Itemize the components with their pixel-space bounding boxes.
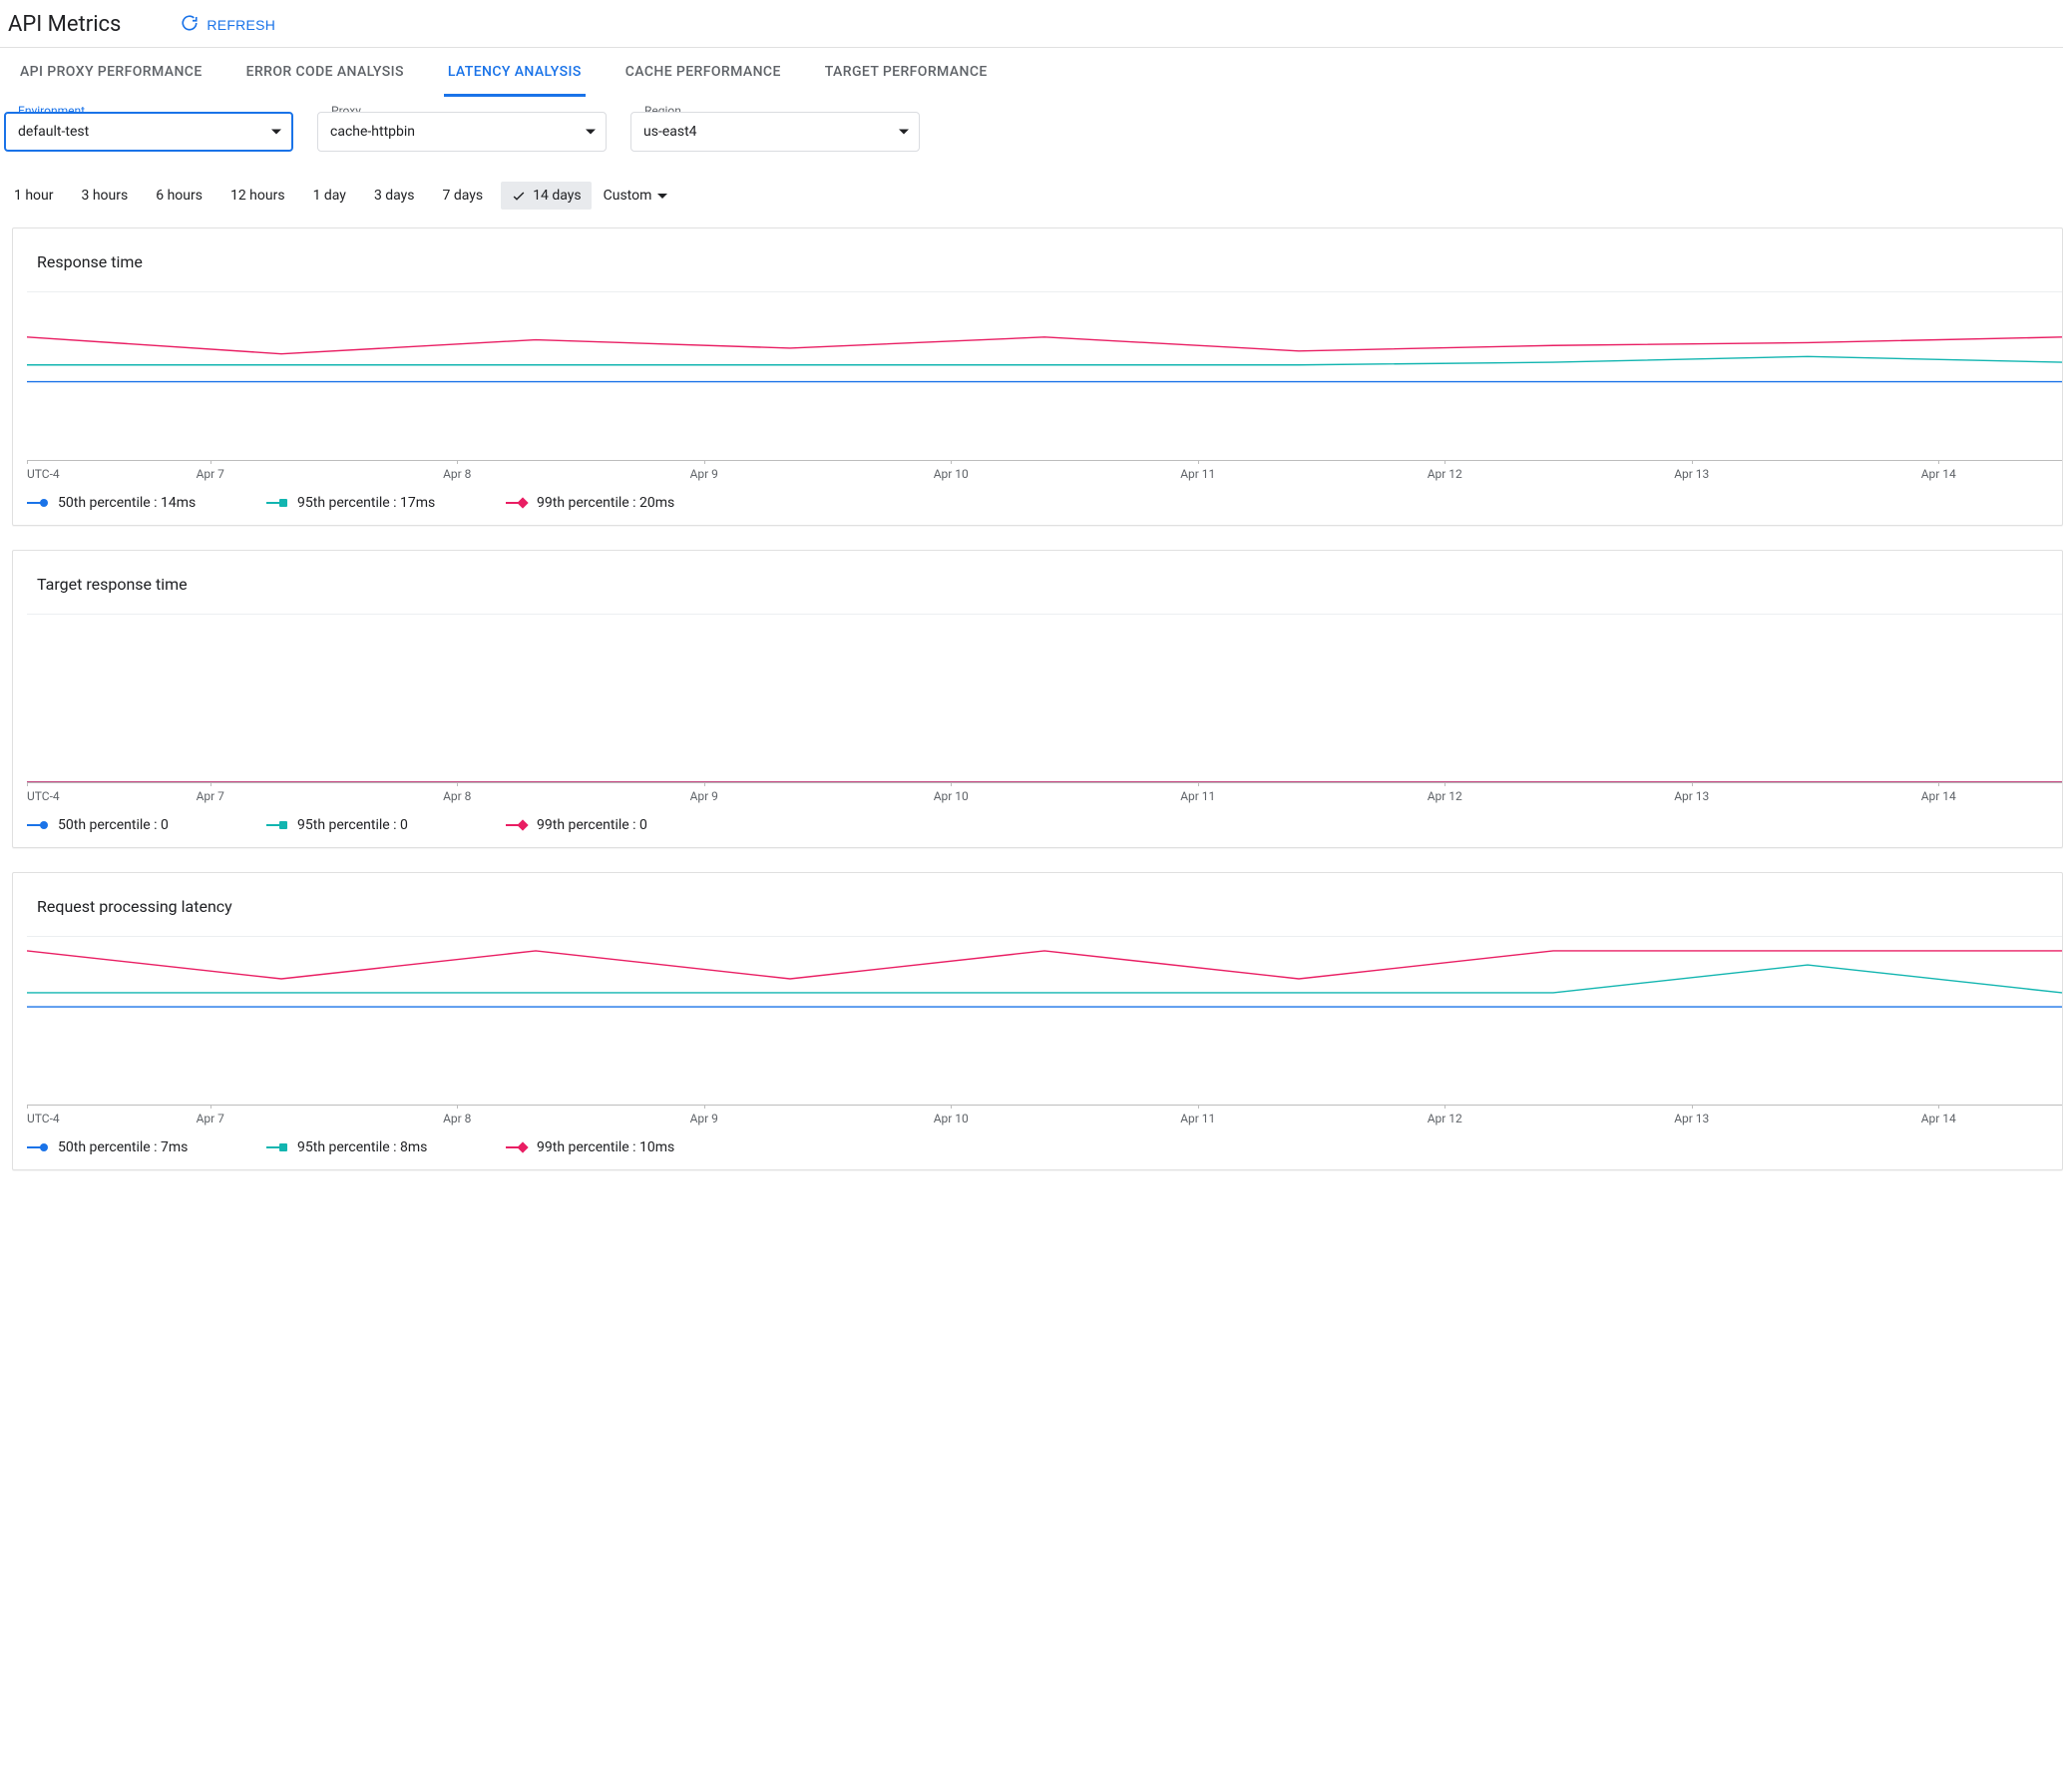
legend-item[interactable]: 95th percentile : 8ms: [266, 1139, 446, 1155]
chart-title: Request processing latency: [27, 897, 2062, 916]
legend-marker: [27, 499, 48, 507]
time-range-option[interactable]: 14 days: [501, 182, 591, 210]
refresh-button[interactable]: REFRESH: [181, 14, 275, 35]
legend-marker: [27, 1143, 48, 1151]
chart-plot: [27, 614, 2062, 783]
chart-x-axis: UTC-4Apr 7Apr 8Apr 9Apr 10Apr 11Apr 12Ap…: [27, 461, 2062, 485]
chart-legend: 50th percentile : 0 95th percentile : 0 99…: [27, 807, 2062, 833]
legend-item[interactable]: 95th percentile : 17ms: [266, 495, 446, 511]
page-title: API Metrics: [8, 12, 121, 37]
legend-item[interactable]: 99th percentile : 10ms: [506, 1139, 685, 1155]
tab-latency[interactable]: LATENCY ANALYSIS: [444, 48, 586, 97]
chevron-down-icon: [586, 130, 596, 135]
legend-marker: [266, 499, 287, 507]
chart-card: Request processing latency UTC-4Apr 7Apr …: [12, 872, 2063, 1170]
environment-value: default-test: [18, 124, 89, 140]
legend-item[interactable]: 50th percentile : 7ms: [27, 1139, 206, 1155]
legend-marker: [266, 1143, 287, 1151]
legend-label: 99th percentile : 20ms: [537, 495, 674, 511]
legend-marker: [506, 1143, 527, 1151]
refresh-label: REFRESH: [206, 17, 275, 33]
legend-item[interactable]: 50th percentile : 0: [27, 817, 206, 833]
chart-card: Response time UTC-4Apr 7Apr 8Apr 9Apr 10A…: [12, 227, 2063, 526]
chevron-down-icon: [657, 194, 667, 199]
tab-proxy-perf[interactable]: API PROXY PERFORMANCE: [16, 48, 206, 97]
region-value: us-east4: [643, 124, 697, 140]
time-range-option[interactable]: 7 days: [433, 182, 494, 210]
chart-plot: [27, 291, 2062, 461]
legend-marker: [266, 821, 287, 829]
tab-error-code[interactable]: ERROR CODE ANALYSIS: [242, 48, 408, 97]
time-range-option[interactable]: 6 hours: [146, 182, 212, 210]
legend-item[interactable]: 50th percentile : 14ms: [27, 495, 206, 511]
refresh-icon: [181, 14, 199, 35]
legend-label: 50th percentile : 14ms: [58, 495, 196, 511]
chart-legend: 50th percentile : 14ms 95th percentile : …: [27, 485, 2062, 511]
legend-label: 99th percentile : 0: [537, 817, 647, 833]
chart-x-axis: UTC-4Apr 7Apr 8Apr 9Apr 10Apr 11Apr 12Ap…: [27, 1106, 2062, 1129]
time-range-option[interactable]: 12 hours: [220, 182, 295, 210]
chart-title: Target response time: [27, 575, 2062, 594]
chevron-down-icon: [271, 130, 281, 135]
proxy-value: cache-httpbin: [330, 124, 415, 140]
region-field[interactable]: Region us-east4: [630, 112, 920, 152]
time-range-option[interactable]: 3 hours: [72, 182, 139, 210]
chart-legend: 50th percentile : 7ms 95th percentile : 8…: [27, 1129, 2062, 1155]
legend-label: 50th percentile : 0: [58, 817, 169, 833]
legend-label: 50th percentile : 7ms: [58, 1139, 188, 1155]
chart-x-axis: UTC-4Apr 7Apr 8Apr 9Apr 10Apr 11Apr 12Ap…: [27, 783, 2062, 807]
tabs: API PROXY PERFORMANCE ERROR CODE ANALYSIS…: [0, 48, 2063, 98]
proxy-field[interactable]: Proxy cache-httpbin: [317, 112, 607, 152]
legend-item[interactable]: 95th percentile : 0: [266, 817, 446, 833]
chart-title: Response time: [27, 252, 2062, 271]
time-range-picker: 1 hour 3 hours6 hours 12 hours 1 day 3 days 7…: [0, 166, 2063, 220]
legend-label: 95th percentile : 8ms: [297, 1139, 427, 1155]
legend-label: 99th percentile : 10ms: [537, 1139, 674, 1155]
chart-card: Target response time UTC-4Apr 7Apr 8Apr 9…: [12, 550, 2063, 848]
tab-target[interactable]: TARGET PERFORMANCE: [821, 48, 992, 97]
tab-cache[interactable]: CACHE PERFORMANCE: [621, 48, 785, 97]
legend-marker: [506, 821, 527, 829]
environment-field[interactable]: Environment default-test: [4, 112, 293, 152]
legend-item[interactable]: 99th percentile : 0: [506, 817, 685, 833]
time-range-option[interactable]: 1 hour: [4, 182, 64, 210]
check-icon: [511, 188, 527, 204]
legend-item[interactable]: 99th percentile : 20ms: [506, 495, 685, 511]
time-range-custom[interactable]: Custom: [600, 182, 672, 210]
legend-label: 95th percentile : 17ms: [297, 495, 435, 511]
chevron-down-icon: [899, 130, 909, 135]
chart-plot: [27, 936, 2062, 1106]
time-range-option[interactable]: 1 day: [303, 182, 356, 210]
time-range-option[interactable]: 3 days: [364, 182, 425, 210]
legend-label: 95th percentile : 0: [297, 817, 408, 833]
legend-marker: [506, 499, 527, 507]
legend-marker: [27, 821, 48, 829]
